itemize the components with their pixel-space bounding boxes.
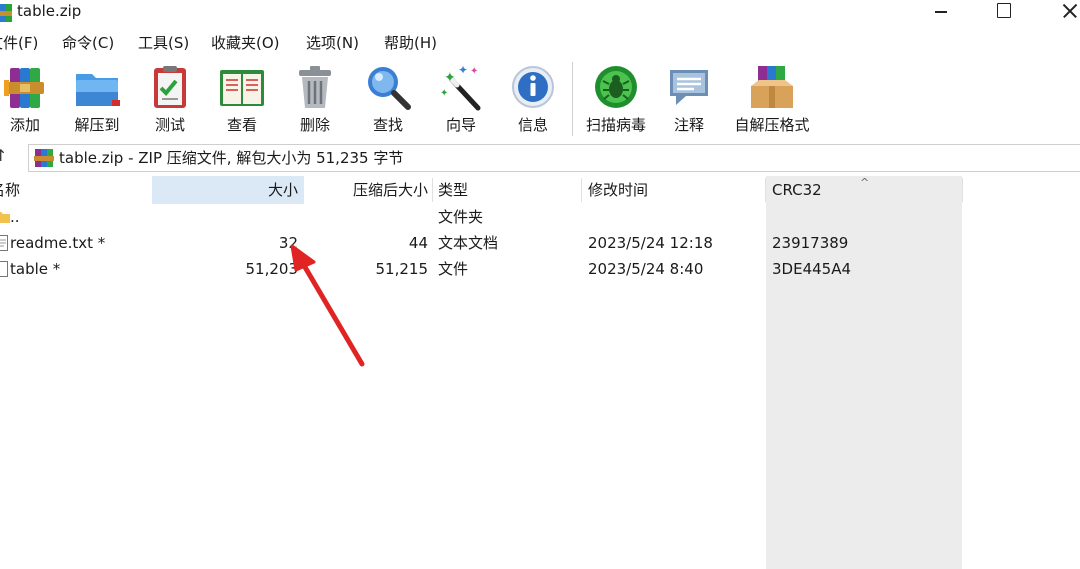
- extract-folder-icon: [76, 74, 120, 106]
- wizard-wand-icon: ✦ ✦ ✦ ✦: [440, 63, 481, 111]
- table-row[interactable]: readme.txt * 32 44 文本文档 2023/5/24 12:18 …: [0, 230, 1080, 256]
- svg-text:✦: ✦: [444, 70, 456, 86]
- menu-bar: 文件(F) 命令(C) 工具(S) 收藏夹(O) 选项(N) 帮助(H): [0, 30, 1080, 56]
- column-header-type-label: 类型: [438, 181, 469, 199]
- comment-label: 注释: [673, 116, 704, 134]
- magnifier-icon: [368, 67, 411, 110]
- file-modified: 2023/5/24 12:18: [588, 234, 713, 252]
- wizard-button[interactable]: ✦ ✦ ✦ ✦ 向导: [428, 58, 494, 138]
- add-label: 添加: [9, 116, 40, 134]
- file-size: 32: [278, 234, 298, 252]
- menu-file[interactable]: 文件(F): [0, 34, 38, 52]
- sfx-label: 自解压格式: [734, 116, 810, 134]
- test-clipboard-icon: [154, 66, 186, 108]
- column-divider: [765, 178, 766, 202]
- column-header-size[interactable]: 大小: [152, 176, 304, 204]
- file-name: table *: [10, 260, 61, 278]
- menu-help[interactable]: 帮助(H): [384, 34, 437, 52]
- sort-ascending-icon: ^: [860, 176, 870, 189]
- delete-button[interactable]: 删除: [282, 58, 348, 138]
- add-button[interactable]: 添加: [0, 58, 58, 138]
- file-name: readme.txt *: [10, 234, 106, 252]
- svg-text:✦: ✦: [470, 66, 478, 77]
- view-book-icon: [220, 70, 264, 106]
- find-button[interactable]: 查找: [355, 58, 421, 138]
- add-archive-icon: [4, 68, 44, 108]
- minimize-button[interactable]: [918, 0, 964, 24]
- winrar-archive-icon: [34, 149, 54, 167]
- virus-bug-icon: [595, 66, 637, 108]
- column-header-size-label: 大小: [267, 181, 298, 199]
- toolbar: 添加 解压到 测试 查看 删除 查找 ✦ ✦ ✦ ✦ 向导 信息 扫描病毒 注释…: [0, 58, 1080, 140]
- view-label: 查看: [226, 116, 257, 134]
- toolbar-separator: [572, 62, 573, 136]
- file-name: ..: [10, 208, 20, 226]
- winrar-app-icon: [0, 4, 12, 22]
- extract-to-button[interactable]: 解压到: [64, 58, 130, 138]
- column-header-name-label: 名称: [0, 181, 21, 199]
- column-header-modified[interactable]: 修改时间: [588, 176, 764, 204]
- view-button[interactable]: 查看: [209, 58, 275, 138]
- address-text: table.zip - ZIP 压缩文件, 解包大小为 51,235 字节: [59, 149, 404, 167]
- column-divider: [581, 178, 582, 202]
- file-packed-size: 51,215: [375, 260, 429, 278]
- table-row[interactable]: table * 51,203 51,215 文件 2023/5/24 8:40 …: [0, 256, 1080, 282]
- info-icon: [512, 66, 554, 108]
- find-label: 查找: [372, 116, 403, 134]
- menu-favorites[interactable]: 收藏夹(O): [211, 34, 280, 52]
- file-crc: 3DE445A4: [772, 260, 852, 278]
- title-bar: table.zip: [0, 0, 1080, 28]
- up-arrow-icon[interactable]: ↑: [0, 146, 14, 168]
- file-list: 名称 大小 压缩后大小 类型 修改时间 CRC32 ^ .. 文件夹 readm…: [0, 176, 1080, 569]
- svg-text:✦: ✦: [458, 63, 468, 77]
- file-size: 51,203: [245, 260, 299, 278]
- folder-icon: [0, 212, 10, 223]
- trash-can-icon: [299, 66, 331, 108]
- close-button[interactable]: [1042, 0, 1080, 24]
- test-button[interactable]: 测试: [137, 58, 203, 138]
- scan-virus-label: 扫描病毒: [585, 116, 646, 134]
- file-type: 文件: [438, 260, 469, 278]
- column-header-name[interactable]: 名称: [0, 176, 152, 204]
- menu-tools[interactable]: 工具(S): [138, 34, 189, 52]
- extract-to-label: 解压到: [74, 116, 120, 134]
- sfx-box-icon: [751, 66, 793, 108]
- delete-label: 删除: [299, 116, 330, 134]
- file-type: 文件夹: [438, 208, 484, 226]
- column-divider: [962, 178, 963, 202]
- file-packed-size: 44: [408, 234, 428, 252]
- menu-options[interactable]: 选项(N): [306, 34, 359, 52]
- column-divider: [432, 178, 433, 202]
- info-label: 信息: [517, 116, 548, 134]
- column-header-packed-label: 压缩后大小: [352, 181, 428, 199]
- file-icon: [0, 261, 8, 277]
- address-bar[interactable]: table.zip - ZIP 压缩文件, 解包大小为 51,235 字节: [28, 144, 1080, 172]
- maximize-button[interactable]: [980, 0, 1026, 24]
- test-label: 测试: [154, 116, 185, 134]
- sfx-button[interactable]: 自解压格式: [728, 58, 816, 138]
- column-header-packed[interactable]: 压缩后大小: [304, 176, 432, 204]
- column-header-modified-label: 修改时间: [588, 181, 649, 199]
- wizard-label: 向导: [445, 116, 476, 134]
- comment-button[interactable]: 注释: [656, 58, 722, 138]
- file-crc: 23917389: [772, 234, 849, 252]
- menu-commands[interactable]: 命令(C): [62, 34, 114, 52]
- column-header-crc-label: CRC32: [772, 181, 822, 199]
- scan-virus-button[interactable]: 扫描病毒: [576, 58, 656, 138]
- column-header-type[interactable]: 类型: [438, 176, 578, 204]
- text-file-icon: [0, 235, 8, 251]
- info-button[interactable]: 信息: [500, 58, 566, 138]
- svg-text:✦: ✦: [440, 88, 448, 99]
- file-type: 文本文档: [438, 234, 499, 252]
- comment-icon: [670, 70, 708, 105]
- window-title: table.zip: [17, 2, 82, 20]
- table-row[interactable]: .. 文件夹: [0, 204, 1080, 230]
- file-modified: 2023/5/24 8:40: [588, 260, 704, 278]
